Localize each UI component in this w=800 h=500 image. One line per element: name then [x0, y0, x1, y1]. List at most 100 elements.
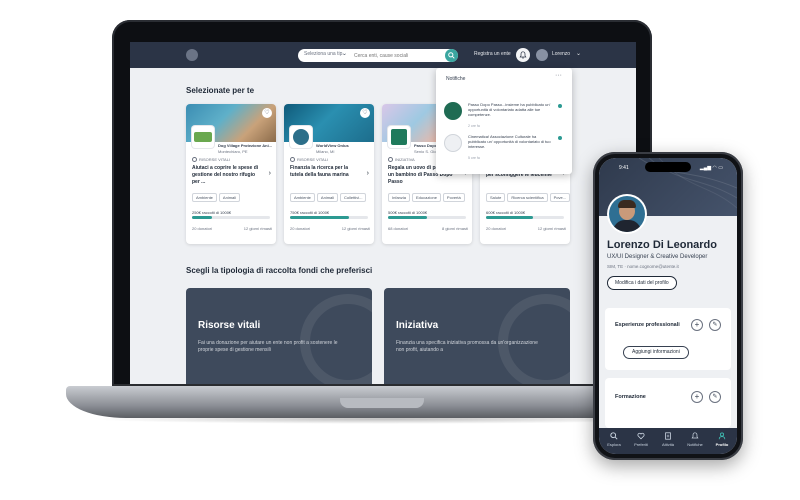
profile-avatar[interactable]: [607, 194, 647, 234]
tab-label: Attività: [661, 442, 674, 447]
edit-icon[interactable]: ✎: [709, 391, 721, 403]
chevron-right-icon[interactable]: ›: [367, 170, 369, 177]
tab-label: Notifiche: [687, 442, 703, 447]
card-meta: 68 donatori 8 giorni rimasti: [388, 226, 468, 231]
type-card-text: Fai una donazione per aiutare un ente no…: [198, 340, 338, 353]
donors-count: 20 donatori: [290, 226, 311, 231]
tag[interactable]: Povertà: [442, 193, 465, 202]
edit-profile-button[interactable]: Modifica i dati del profilo: [607, 276, 677, 290]
type-card-title: Risorse vitali: [198, 320, 261, 331]
section-title: Esperienze professionali: [615, 322, 680, 328]
tag[interactable]: Infanzia: [388, 193, 411, 202]
org-logo: [444, 134, 462, 152]
add-info-button[interactable]: Aggiungi informazioni: [623, 346, 689, 359]
card-type: RISORSE VITALI: [192, 157, 230, 163]
section-title: Formazione: [615, 394, 646, 400]
notification-time: 5 ore fa: [468, 156, 480, 160]
type-icon: [388, 157, 393, 163]
card-title: Finanzia la ricerca per la tutela della …: [290, 165, 349, 178]
progress-fill: [388, 216, 427, 219]
device-mockup: Seleziona una tip. ⌄ Registra un ente Lo…: [0, 0, 800, 500]
profile-name: Lorenzo Di Leonardo: [607, 239, 717, 251]
card-raised: 600€ raccolti di 1000€: [486, 210, 526, 215]
tag[interactable]: Collettivi...: [340, 193, 367, 202]
tag[interactable]: Ambiente: [192, 193, 217, 202]
laptop-screen: Seleziona una tip. ⌄ Registra un ente Lo…: [130, 42, 636, 384]
tab-label: Preferiti: [634, 442, 648, 447]
unread-dot: [558, 136, 562, 140]
avatar-photo: [609, 196, 645, 232]
notification-item[interactable]: Passo Dopo Passo...insieme ha pubblicato…: [444, 102, 564, 132]
tab-attivita[interactable]: Attività: [655, 432, 681, 447]
notifications-button[interactable]: [516, 48, 530, 62]
progress-bar: [192, 216, 270, 219]
add-icon[interactable]: +: [691, 319, 703, 331]
progress-bar: [388, 216, 466, 219]
type-card-iniziativa[interactable]: Iniziativa Finanzia una specifica inizia…: [384, 288, 570, 384]
edit-icon[interactable]: ✎: [709, 319, 721, 331]
tag[interactable]: Animali: [316, 193, 339, 202]
days-left: 12 giorni rimasti: [243, 226, 272, 231]
notifications-panel: Notifiche ··· Passo Dopo Passo...insieme…: [436, 68, 572, 174]
donors-count: 20 donatori: [486, 226, 507, 231]
type-icon: [192, 157, 197, 163]
status-time: 9:41: [619, 165, 629, 171]
notification-text: Passo Dopo Passo...insieme ha pubblicato…: [468, 102, 551, 117]
heart-icon: [637, 432, 645, 440]
user-avatar[interactable]: [536, 49, 548, 61]
notification-text: Cinematica! Associazione Culturale ha pu…: [468, 134, 551, 149]
card-tags: Salute Ricerca scientifica Pove...: [486, 186, 570, 204]
org-logo: [388, 126, 410, 148]
user-name[interactable]: Lorenzo: [552, 51, 570, 57]
heart-icon[interactable]: ♡: [262, 108, 272, 118]
fundraiser-card[interactable]: ♡ Dog Village Protezione Ani... Montechi…: [186, 104, 276, 244]
notifications-title: Notifiche: [446, 76, 466, 82]
chevron-down-icon[interactable]: ⌄: [576, 50, 581, 57]
card-type-label: RISORSE VITALI: [297, 157, 329, 162]
notification-time: 2 ore fa: [468, 124, 480, 128]
donors-count: 68 donatori: [388, 226, 409, 231]
tag[interactable]: Salute: [486, 193, 506, 202]
tag[interactable]: Ricerca scientifica: [507, 193, 548, 202]
card-meta: 20 donatori 12 giorni rimasti: [192, 226, 272, 231]
progress-bar: [290, 216, 368, 219]
register-org-link[interactable]: Registra un ente: [474, 51, 511, 57]
document-icon: [665, 432, 671, 440]
heart-icon[interactable]: ♡: [360, 108, 370, 118]
search-category-select[interactable]: Seleziona una tip.: [304, 51, 344, 57]
card-location: Montechiaro, PE: [218, 149, 248, 154]
more-icon[interactable]: ···: [555, 72, 562, 79]
search-input[interactable]: [354, 51, 438, 60]
card-title: Aiutaci a coprire le spese di gestione d…: [192, 165, 259, 185]
education-section: Formazione + ✎: [605, 378, 731, 428]
search-icon: [448, 52, 455, 59]
days-left: 12 giorni rimasti: [537, 226, 566, 231]
chevron-down-icon: ⌄: [342, 51, 348, 57]
tag[interactable]: Pove...: [549, 193, 570, 202]
type-card-risorse-vitali[interactable]: Risorse vitali Fai una donazione per aiu…: [186, 288, 372, 384]
progress-fill: [290, 216, 349, 219]
app-logo[interactable]: [186, 49, 198, 61]
org-logo: [290, 126, 312, 148]
fundraiser-card[interactable]: ♡ WorldView Onlus Milano, MI RISORSE VIT…: [284, 104, 374, 244]
tab-preferiti[interactable]: Preferiti: [628, 432, 654, 447]
notification-item[interactable]: Cinematica! Associazione Culturale ha pu…: [444, 134, 564, 164]
experience-section: Esperienze professionali + ✎ Aggiungi in…: [605, 308, 731, 370]
tag[interactable]: Animali: [218, 193, 241, 202]
tab-profilo[interactable]: Profilo: [709, 432, 735, 447]
tag[interactable]: Educazione: [412, 193, 441, 202]
tab-notifiche[interactable]: Notifiche: [682, 432, 708, 447]
add-icon[interactable]: +: [691, 391, 703, 403]
chevron-right-icon[interactable]: ›: [269, 170, 271, 177]
status-icons: ▂▄▆ ◠ ▭: [699, 165, 723, 171]
dynamic-island: [645, 162, 691, 172]
laptop-notch: [340, 398, 424, 408]
type-card-title: Iniziativa: [396, 320, 439, 331]
card-tags: Ambiente Animali Collettivi...: [290, 186, 368, 204]
profile-role: UX/UI Designer & Creative Developer: [607, 254, 708, 260]
tag[interactable]: Ambiente: [290, 193, 315, 202]
profile-meta: SIM, TE · nome.cognome@utente.it: [607, 264, 679, 269]
search-button[interactable]: [445, 49, 458, 62]
tab-label: Profilo: [715, 442, 729, 447]
tab-esplora[interactable]: Esplora: [601, 432, 627, 447]
